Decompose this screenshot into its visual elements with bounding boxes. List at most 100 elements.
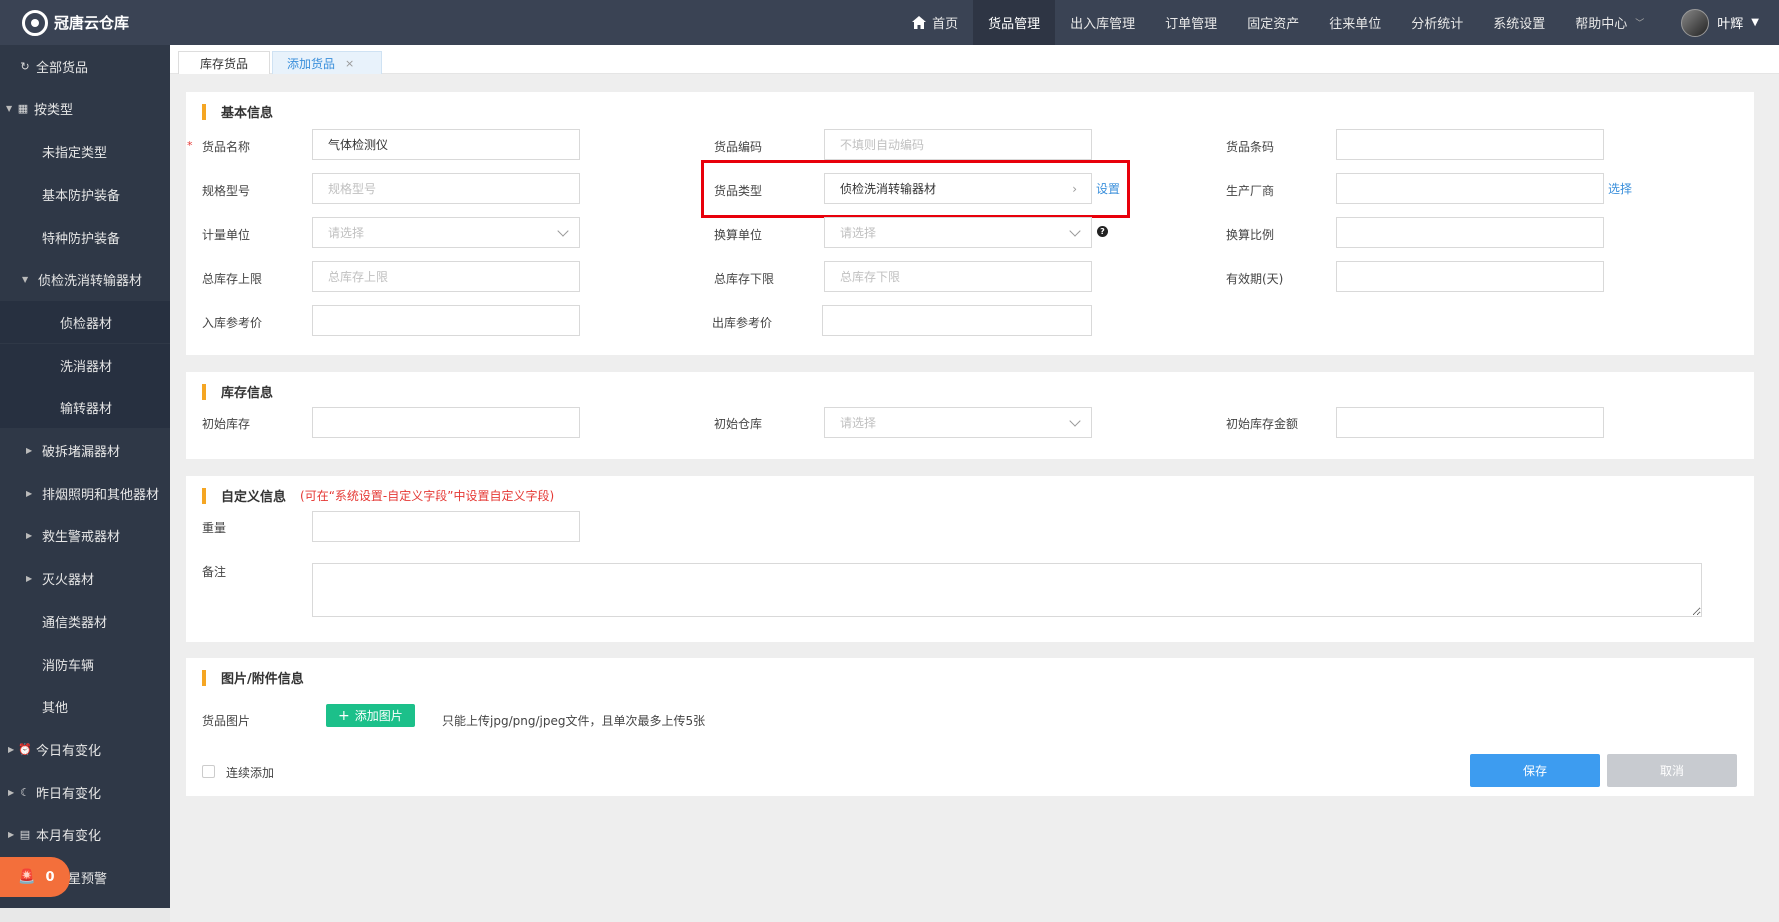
- sidebar-item-extinguish[interactable]: ▶ 灭火器材: [0, 557, 170, 599]
- expire-input[interactable]: [1336, 261, 1604, 292]
- save-button[interactable]: 保存: [1470, 754, 1600, 787]
- sidebar-item-unassigned[interactable]: 未指定类型: [0, 130, 170, 172]
- sidebar-item-other[interactable]: 其他: [0, 685, 170, 727]
- in-price-input[interactable]: [312, 305, 580, 336]
- sidebar-item-rescue[interactable]: ▶ 救生警戒器材: [0, 514, 170, 556]
- sidebar-item-by-type[interactable]: ▼ ▦ 按类型: [0, 87, 170, 129]
- section-title-custom: 自定义信息 (可在“系统设置-自定义字段”中设置自定义字段): [202, 486, 554, 505]
- chevron-right-icon: ›: [1072, 182, 1077, 196]
- custom-info-panel: 自定义信息 (可在“系统设置-自定义字段”中设置自定义字段) 重量 备注: [186, 476, 1754, 642]
- label-unit: 计量单位: [202, 228, 251, 242]
- nav-stats[interactable]: 分析统计: [1396, 0, 1478, 45]
- label-weight: 重量: [202, 521, 227, 535]
- label-max-stock: 总库存上限: [202, 272, 263, 286]
- label-out-price: 出库参考价: [712, 316, 773, 330]
- maker-select-link[interactable]: 选择: [1608, 180, 1632, 197]
- sidebar-item-breaking[interactable]: ▶ 破拆堵漏器材: [0, 429, 170, 471]
- section-title-text: 基本信息: [221, 106, 274, 121]
- refresh-icon: ↻: [20, 59, 30, 73]
- add-image-button[interactable]: + 添加图片: [326, 704, 415, 727]
- nav-goods[interactable]: 货品管理: [973, 0, 1056, 45]
- close-icon[interactable]: ×: [345, 57, 354, 70]
- continue-add-checkbox[interactable]: [202, 765, 215, 778]
- sidebar-item-decon[interactable]: 洗消器材: [0, 344, 170, 386]
- label-expire: 有效期(天): [1226, 272, 1284, 286]
- min-stock-input[interactable]: 总库存下限: [824, 261, 1092, 292]
- label-goods-code: 货品编码: [714, 140, 763, 154]
- conv-unit-placeholder: 请选择: [840, 226, 877, 240]
- nav-help[interactable]: 帮助中心 ﹀: [1560, 0, 1659, 45]
- chevron-down-icon: [1069, 225, 1081, 237]
- sidebar-item-special-protect[interactable]: 特种防护装备: [0, 216, 170, 258]
- goods-name-input[interactable]: 气体检测仪: [312, 129, 580, 160]
- sidebar-item-detect[interactable]: 侦检器材: [0, 301, 170, 343]
- triangle-right-icon: ▶: [8, 829, 15, 839]
- max-stock-input[interactable]: 总库存上限: [312, 261, 580, 292]
- section-title-text: 图片/附件信息: [221, 672, 304, 687]
- sidebar-item-all[interactable]: ↻ 全部货品: [0, 45, 170, 87]
- sidebar-item-label: 侦检洗消转输器材: [38, 273, 143, 289]
- cancel-button[interactable]: 取消: [1607, 754, 1737, 787]
- logo-icon: [22, 9, 48, 36]
- sidebar-item-label: 按类型: [34, 102, 74, 118]
- label-min-stock: 总库存下限: [714, 272, 775, 286]
- triangle-down-icon: ▼: [6, 103, 13, 113]
- nav-home[interactable]: 首页: [897, 0, 973, 45]
- maker-input[interactable]: [1336, 173, 1604, 204]
- spec-input[interactable]: 规格型号: [312, 173, 580, 204]
- help-icon[interactable]: ?: [1097, 226, 1108, 237]
- out-price-input[interactable]: [822, 305, 1092, 336]
- ratio-input[interactable]: [1336, 217, 1604, 248]
- alarm-bell-icon: ⏰: [18, 742, 32, 756]
- sidebar-item-month[interactable]: ▶ ▤ 本月有变化: [0, 813, 170, 855]
- grid-icon: ▦: [17, 101, 29, 115]
- nav-assets[interactable]: 固定资产: [1232, 0, 1314, 45]
- label-in-price: 入库参考价: [202, 316, 263, 330]
- barcode-input[interactable]: [1336, 129, 1604, 160]
- triangle-right-icon: ▶: [8, 744, 15, 754]
- user-menu[interactable]: 叶辉 ▼: [1659, 0, 1779, 45]
- sidebar-item-vehicles[interactable]: 消防车辆: [0, 643, 170, 685]
- section-title-stock: 库存信息: [202, 382, 273, 401]
- siren-icon: 🚨: [18, 869, 36, 885]
- remark-textarea[interactable]: [312, 563, 1702, 617]
- weight-input[interactable]: [312, 511, 580, 542]
- label-barcode: 货品条码: [1226, 140, 1275, 154]
- alarm-badge[interactable]: 🚨 0: [0, 857, 70, 897]
- conv-unit-select[interactable]: 请选择: [824, 217, 1092, 248]
- sidebar-item-label: 救生警戒器材: [42, 529, 121, 545]
- sidebar-item-comm[interactable]: 通信类器材: [0, 600, 170, 642]
- init-warehouse-select[interactable]: 请选择: [824, 407, 1092, 438]
- sidebar-item-smoke[interactable]: ▶ 排烟照明和其他器材: [0, 472, 170, 514]
- triangle-right-icon: ▶: [26, 573, 33, 583]
- goods-code-input[interactable]: 不填则自动编码: [824, 129, 1092, 160]
- nav-settings[interactable]: 系统设置: [1478, 0, 1560, 45]
- sidebar-scroll-track: [0, 908, 170, 922]
- tab-stock-goods[interactable]: 库存货品: [178, 51, 270, 74]
- app-logo[interactable]: 冠唐云仓库: [0, 0, 170, 45]
- nav-orders[interactable]: 订单管理: [1150, 0, 1232, 45]
- sidebar-item-label: 本月有变化: [36, 828, 102, 844]
- section-marker: [202, 103, 206, 120]
- goods-type-select[interactable]: 侦检洗消转输器材 ›: [824, 173, 1092, 204]
- nav-home-label: 首页: [932, 17, 959, 32]
- label-ratio: 换算比例: [1226, 228, 1275, 242]
- tab-add-goods[interactable]: 添加货品 ×: [272, 51, 382, 74]
- nav-partners[interactable]: 往来单位: [1314, 0, 1396, 45]
- init-stock-input[interactable]: [312, 407, 580, 438]
- label-init-warehouse: 初始仓库: [714, 417, 763, 431]
- triangle-right-icon: ▶: [8, 787, 15, 797]
- nav-inout[interactable]: 出入库管理: [1055, 0, 1150, 45]
- label-goods-type: 货品类型: [714, 184, 763, 198]
- sidebar-item-transfer[interactable]: 输转器材: [0, 386, 170, 428]
- sidebar-item-basic-protect[interactable]: 基本防护装备: [0, 173, 170, 215]
- sidebar-item-today[interactable]: ▶ ⏰ 今日有变化: [0, 728, 170, 770]
- unit-select[interactable]: 请选择: [312, 217, 580, 248]
- app-name: 冠唐云仓库: [54, 14, 130, 32]
- init-amount-input[interactable]: [1336, 407, 1604, 438]
- sidebar-item-detect-group[interactable]: ▼ 侦检洗消转输器材: [0, 258, 170, 300]
- sidebar-item-yesterday[interactable]: ▶ ☾ 昨日有变化: [0, 771, 170, 813]
- calendar-icon: ▤: [19, 827, 31, 841]
- type-settings-link[interactable]: 设置: [1096, 180, 1120, 197]
- triangle-right-icon: ▶: [26, 445, 33, 455]
